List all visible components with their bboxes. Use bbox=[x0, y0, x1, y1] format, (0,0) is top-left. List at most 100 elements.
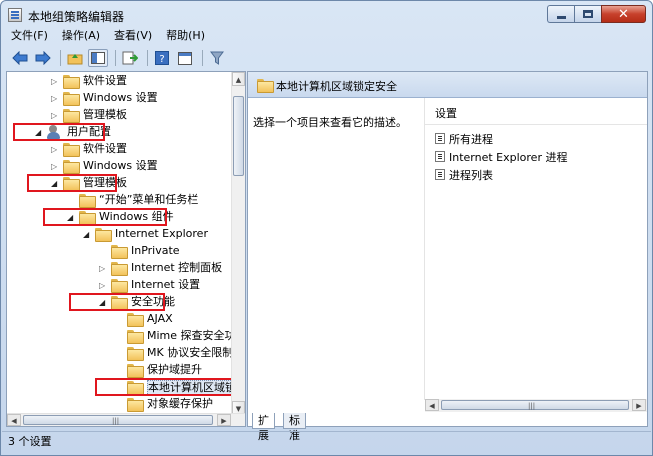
tree-item-label: InPrivate bbox=[131, 244, 180, 257]
tab-extended[interactable]: 扩展 bbox=[252, 413, 275, 442]
tree-item[interactable]: ▷ 管理模板 bbox=[7, 107, 233, 124]
tree-item[interactable]: MK 协议安全限制 bbox=[7, 345, 233, 362]
app-window: 本地组策略编辑器 ✕ 文件(F) 操作(A) 查看(V) 帮助(H) ? ▷ 软… bbox=[0, 0, 653, 456]
collapsed-arrow-icon[interactable]: ▷ bbox=[51, 162, 60, 171]
details-title: 本地计算机区域锁定安全 bbox=[276, 80, 397, 93]
setting-label: Internet Explorer 进程 bbox=[449, 151, 568, 164]
close-button[interactable]: ✕ bbox=[601, 5, 646, 23]
close-icon: ✕ bbox=[618, 6, 629, 22]
details-pane: 本地计算机区域锁定安全 选择一个项目来查看它的描述。 设置 所有进程 Inter… bbox=[247, 71, 648, 427]
tree-item-label: 软件设置 bbox=[83, 142, 127, 155]
toolbar-separator bbox=[147, 50, 148, 66]
tree-item[interactable]: ▷ 软件设置 bbox=[7, 73, 233, 90]
forward-button[interactable] bbox=[33, 49, 53, 67]
tree-item-label: 对象缓存保护 bbox=[147, 397, 213, 410]
toolbar-separator bbox=[115, 50, 116, 66]
back-button[interactable] bbox=[10, 49, 30, 67]
window-controls: ✕ bbox=[547, 5, 646, 23]
details-header: 本地计算机区域锁定安全 bbox=[248, 72, 647, 98]
window-title: 本地组策略编辑器 bbox=[28, 10, 125, 24]
collapsed-arrow-icon[interactable]: ▷ bbox=[51, 94, 60, 103]
tree-horizontal-scrollbar[interactable]: ◀ ||| ▶ bbox=[7, 413, 245, 426]
toolbar-separator bbox=[202, 50, 203, 66]
collapsed-arrow-icon[interactable]: ▷ bbox=[51, 111, 60, 120]
folder-icon bbox=[95, 228, 112, 242]
collapsed-arrow-icon[interactable]: ▷ bbox=[51, 77, 60, 86]
minimize-icon bbox=[556, 16, 566, 19]
scroll-right-icon[interactable]: ▶ bbox=[217, 414, 231, 426]
tree-item-label: Internet 控制面板 bbox=[131, 261, 223, 274]
show-hide-tree-icon bbox=[91, 52, 105, 64]
scroll-left-icon[interactable]: ◀ bbox=[425, 399, 439, 411]
highlight-box bbox=[13, 123, 105, 141]
folder-icon bbox=[111, 279, 128, 293]
tree-item[interactable]: 保护域提升 bbox=[7, 362, 233, 379]
scroll-left-icon[interactable]: ◀ bbox=[7, 414, 21, 426]
folder-icon bbox=[63, 92, 80, 106]
export-list-button[interactable] bbox=[120, 49, 140, 67]
menu-action[interactable]: 操作(A) bbox=[62, 28, 100, 45]
highlight-box bbox=[69, 293, 165, 311]
setting-label: 所有进程 bbox=[449, 133, 493, 146]
highlight-box bbox=[27, 174, 117, 192]
filter-button[interactable] bbox=[207, 49, 227, 67]
folder-icon bbox=[63, 109, 80, 123]
minimize-button[interactable] bbox=[547, 5, 574, 23]
help-icon: ? bbox=[155, 51, 169, 65]
folder-icon bbox=[127, 313, 144, 327]
tree-item-label: 软件设置 bbox=[83, 74, 127, 87]
folder-icon bbox=[111, 262, 128, 276]
folder-icon bbox=[127, 347, 144, 361]
column-header-settings[interactable]: 设置 bbox=[425, 105, 647, 125]
properties-button[interactable] bbox=[175, 49, 195, 67]
details-hscroll-thumb[interactable]: ||| bbox=[441, 400, 629, 410]
tab-standard[interactable]: 标准 bbox=[283, 413, 306, 442]
tree-item[interactable]: Mime 探查安全功能 bbox=[7, 328, 245, 345]
description-text: 选择一个项目来查看它的描述。 bbox=[253, 116, 407, 129]
title-bar[interactable]: 本地组策略编辑器 ✕ bbox=[1, 1, 652, 29]
tree-pane: ▷ 软件设置 ▷ Windows 设置 ▷ 管理模板 ◢ 用户配置 ▷ 软件设置 ▷ Windows … bbox=[6, 71, 246, 427]
scroll-right-icon[interactable]: ▶ bbox=[632, 399, 646, 411]
tree-item[interactable]: InPrivate bbox=[7, 243, 233, 260]
collapsed-arrow-icon[interactable]: ▷ bbox=[51, 145, 60, 154]
collapsed-arrow-icon[interactable]: ▷ bbox=[99, 264, 108, 273]
tree-item-label: 保护域提升 bbox=[147, 363, 202, 376]
tree-item[interactable]: ◢ Internet Explorer bbox=[7, 226, 233, 243]
back-arrow-icon bbox=[12, 51, 28, 65]
menu-file[interactable]: 文件(F) bbox=[11, 28, 48, 45]
folder-icon bbox=[257, 79, 274, 93]
details-horizontal-scrollbar[interactable]: ◀ ||| ▶ bbox=[425, 399, 647, 412]
help-button[interactable]: ? bbox=[152, 49, 172, 67]
show-hide-tree-button[interactable] bbox=[88, 49, 108, 67]
highlight-box bbox=[95, 378, 239, 396]
tree-item[interactable]: 对象缓存保护 bbox=[7, 396, 233, 413]
tree-item-label: Windows 设置 bbox=[83, 159, 158, 172]
setting-label: 进程列表 bbox=[449, 169, 493, 182]
tree-item[interactable]: AJAX bbox=[7, 311, 233, 328]
scroll-up-icon[interactable]: ▲ bbox=[232, 72, 245, 86]
tree-item[interactable]: ▷ Windows 设置 bbox=[7, 158, 233, 175]
expanded-arrow-icon[interactable]: ◢ bbox=[83, 230, 92, 239]
collapsed-arrow-icon[interactable]: ▷ bbox=[99, 281, 108, 290]
tree-item-label: “开始”菜单和任务栏 bbox=[99, 193, 199, 206]
folder-icon bbox=[127, 330, 144, 344]
app-icon bbox=[8, 8, 22, 22]
svg-text:?: ? bbox=[159, 54, 164, 65]
setting-icon bbox=[435, 169, 445, 180]
grip-icon: ||| bbox=[528, 402, 536, 410]
tree-item[interactable]: ▷ Windows 设置 bbox=[7, 90, 233, 107]
tree-item[interactable]: ▷ Internet 控制面板 bbox=[7, 260, 233, 277]
up-one-level-button[interactable] bbox=[65, 49, 85, 67]
tree-vertical-scrollbar[interactable]: ▲ ▼ bbox=[231, 72, 245, 415]
menu-help[interactable]: 帮助(H) bbox=[166, 28, 205, 45]
tree-item[interactable]: ▷ 软件设置 bbox=[7, 141, 233, 158]
tree-hscroll-thumb[interactable]: ||| bbox=[23, 415, 213, 425]
filter-icon bbox=[210, 51, 224, 65]
maximize-button[interactable] bbox=[574, 5, 601, 23]
toolbar-separator bbox=[60, 50, 61, 66]
tree-item[interactable]: “开始”菜单和任务栏 bbox=[7, 192, 233, 209]
tree-scroll-thumb[interactable] bbox=[233, 96, 244, 176]
tree-item[interactable]: ▷ Internet 设置 bbox=[7, 277, 233, 294]
toolbar: ? bbox=[2, 46, 651, 70]
menu-view[interactable]: 查看(V) bbox=[114, 28, 152, 45]
